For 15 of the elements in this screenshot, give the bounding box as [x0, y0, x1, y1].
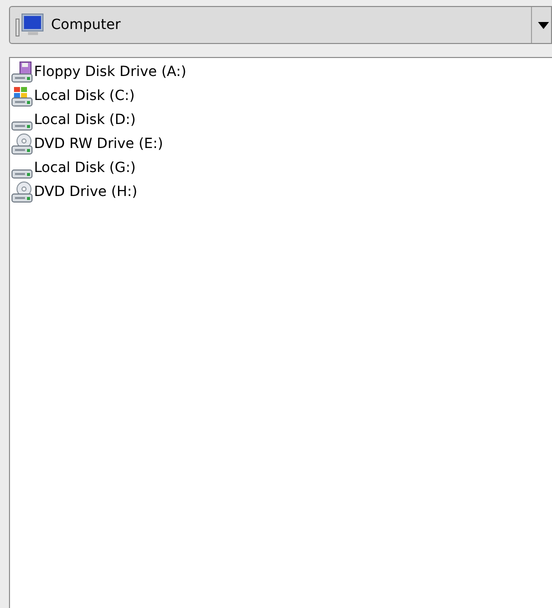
drive-item[interactable]: Floppy Disk Drive (A:): [11, 60, 552, 84]
drive-item[interactable]: Local Disk (C:): [11, 84, 552, 108]
caret-icon: [538, 22, 549, 28]
dropdown-button[interactable]: [531, 7, 551, 43]
floppy-drive-icon: [11, 61, 33, 83]
location-label: Computer: [51, 16, 122, 34]
drive-item[interactable]: DVD RW Drive (E:): [11, 132, 552, 156]
system-drive-icon: [11, 85, 33, 107]
drive-item[interactable]: DVD Drive (H:): [11, 180, 552, 204]
hard-drive-icon: [11, 121, 33, 131]
location-dropdown[interactable]: Computer: [9, 6, 552, 44]
hard-drive-icon: [11, 169, 33, 179]
drive-item[interactable]: Local Disk (D:): [11, 108, 552, 132]
computer-icon: [15, 11, 45, 39]
drive-item[interactable]: Local Disk (G:): [11, 156, 552, 180]
